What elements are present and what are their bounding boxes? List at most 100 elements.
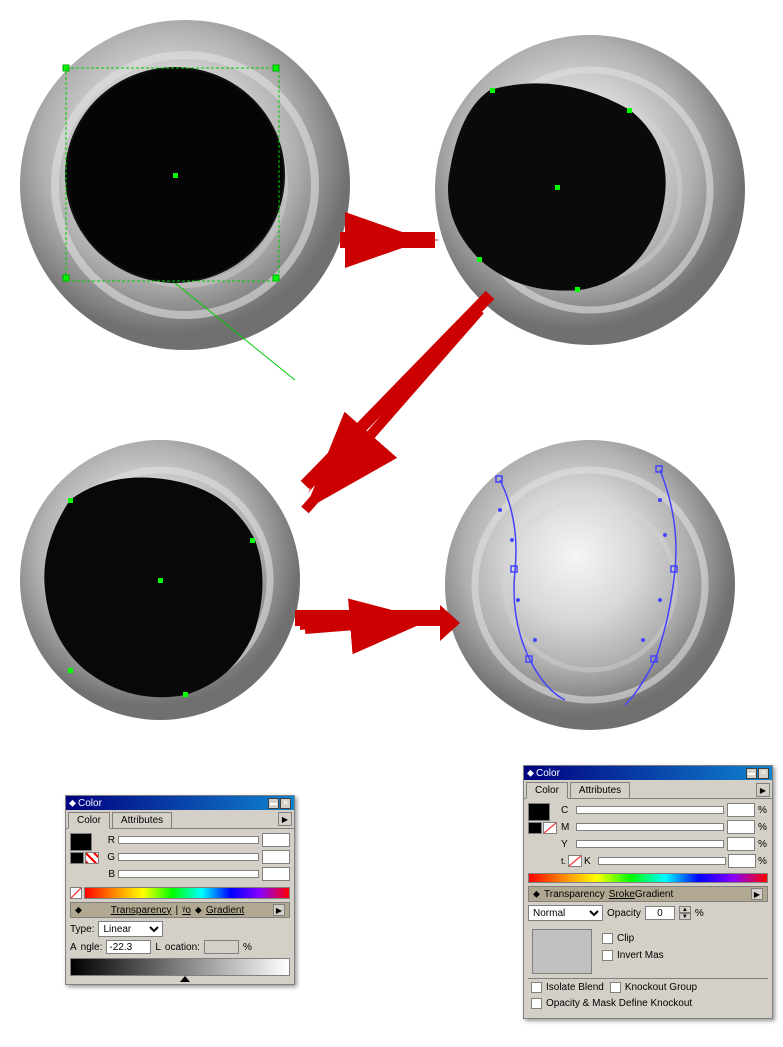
right-panel-title-left: ⬥ Color: [527, 768, 560, 779]
left-panel-buttons: ▬ ✕: [268, 798, 291, 809]
m-slider[interactable]: [576, 823, 724, 831]
opacity-down[interactable]: ▼: [679, 913, 691, 920]
clip-label: Clip: [617, 933, 634, 944]
stroke-swatch[interactable]: [85, 852, 99, 864]
t-slash: [569, 856, 581, 866]
opacity-input[interactable]: [645, 906, 675, 920]
percent-label: %: [243, 942, 252, 953]
transparency-label[interactable]: Transparency: [544, 889, 605, 900]
right-spectrum-bar[interactable]: [528, 873, 768, 883]
tab-color-right[interactable]: Color: [526, 782, 568, 799]
opacity-up[interactable]: ▲: [679, 906, 691, 913]
t-k-row: t. K %: [561, 854, 768, 868]
m-value[interactable]: [727, 820, 755, 834]
r-label: R: [103, 835, 115, 846]
transparency-tab[interactable]: Transparency: [111, 905, 172, 916]
color-swatch-stack: [70, 833, 99, 884]
opacity-mask-label: Opacity & Mask Define Knockout: [546, 998, 692, 1009]
left-panel-body: R G B: [66, 829, 294, 984]
tr-scroll[interactable]: ▶: [751, 888, 763, 900]
gradient-bar-container: [70, 958, 290, 976]
r-slider[interactable]: [118, 836, 259, 844]
knockout-checkbox[interactable]: [610, 982, 621, 993]
c-percent: %: [758, 805, 768, 816]
gradient-tab2[interactable]: Gradient: [206, 905, 244, 916]
right-panel-minimize[interactable]: ▬: [746, 768, 757, 779]
tab-attributes-right[interactable]: Attributes: [570, 782, 630, 798]
tab-divider: |: [176, 905, 179, 916]
color-swatch-section: R G B: [70, 833, 290, 884]
left-panel-tabs: Color Attributes ▶: [66, 810, 294, 829]
gradient-bar[interactable]: [70, 958, 290, 976]
foreground-swatch[interactable]: [70, 833, 92, 851]
invert-row: Invert Mas: [602, 950, 664, 961]
isolate-row: Isolate Blend: [531, 982, 604, 993]
y-slider[interactable]: [576, 840, 724, 848]
left-panel-minimize[interactable]: ▬: [268, 798, 279, 809]
left-panel-title-left: ⬥ Color: [69, 798, 102, 809]
right-panel-scroll[interactable]: ▶: [756, 783, 770, 797]
panel-left: ⬥ Color ▬ ✕ Color Attributes ▶: [65, 795, 295, 985]
gradient-arrow: [180, 976, 190, 982]
cmyk-stroke-swatch[interactable]: [543, 822, 557, 834]
mask-preview[interactable]: [532, 929, 592, 974]
r-value[interactable]: [262, 833, 290, 847]
g-value[interactable]: [262, 850, 290, 864]
stroke-tab[interactable]: Sroke: [609, 889, 635, 900]
cmyk-fg-swatch[interactable]: [528, 803, 550, 821]
left-panel-scroll-right[interactable]: ▶: [278, 812, 292, 826]
tr-arrow: ⬥: [533, 889, 540, 900]
y-value[interactable]: [727, 837, 755, 851]
angle-input[interactable]: [106, 940, 151, 954]
c-value[interactable]: [727, 803, 755, 817]
tab-attributes-left[interactable]: Attributes: [112, 812, 172, 828]
gradient-tab[interactable]: ᵞo: [182, 905, 191, 916]
isolate-checkbox[interactable]: [531, 982, 542, 993]
isolate-label: Isolate Blend: [546, 982, 604, 993]
slash-overlay: [86, 853, 98, 863]
cmyk-bg-stack: [528, 822, 557, 834]
section-scroll[interactable]: ▶: [273, 904, 285, 916]
gradient-tab-right[interactable]: Gradient: [635, 889, 673, 900]
opacity-percent: %: [695, 908, 704, 919]
section-tabs: Transparency | ᵞo ⬥ Gradient: [111, 905, 245, 916]
opacity-mask-checkbox[interactable]: [531, 998, 542, 1009]
left-panel-arrow: ⬥: [69, 798, 76, 809]
cmyk-bg-swatch[interactable]: [528, 822, 542, 834]
c-label: C: [561, 805, 573, 816]
angle-row: A ngle: L ocation: %: [70, 940, 290, 954]
left-panel-close[interactable]: ✕: [280, 798, 291, 809]
b-value[interactable]: [262, 867, 290, 881]
bg-swatch[interactable]: [70, 852, 84, 864]
spectrum-bar[interactable]: [84, 887, 290, 899]
clip-row: Clip: [602, 933, 664, 944]
bottom-row1: Isolate Blend Knockout Group: [531, 982, 765, 995]
right-panel-close[interactable]: ✕: [758, 768, 769, 779]
c-slider[interactable]: [576, 806, 724, 814]
section-arrow: ⬥: [75, 905, 82, 916]
tab-color-left[interactable]: Color: [68, 812, 110, 829]
m-row: M %: [561, 820, 768, 834]
clip-checkbox[interactable]: [602, 933, 613, 944]
right-panel-body: C % M % Y % t.: [524, 799, 772, 1018]
location-input[interactable]: [204, 940, 239, 954]
k-slider[interactable]: [598, 857, 726, 865]
k-percent: %: [758, 856, 768, 867]
invert-checkbox[interactable]: [602, 950, 613, 961]
right-panel-arrow: ⬥: [527, 768, 534, 779]
cmyk-swatch-stack: [528, 803, 557, 870]
k-value[interactable]: [728, 854, 756, 868]
cmyk-sliders: C % M % Y % t.: [561, 803, 768, 870]
g-slider[interactable]: [118, 853, 259, 861]
g-label: G: [103, 852, 115, 863]
b-slider[interactable]: [118, 870, 259, 878]
none-swatch[interactable]: [70, 887, 82, 899]
type-select[interactable]: Linear: [98, 921, 163, 937]
blend-mode-select[interactable]: Normal: [528, 905, 603, 921]
knockout-row: Knockout Group: [610, 982, 697, 993]
angle-label2: ngle:: [81, 942, 103, 953]
y-row: Y %: [561, 837, 768, 851]
opacity-mask-row: Opacity & Mask Define Knockout: [531, 998, 765, 1009]
transparency-section-header: ⬥ Transparency | ᵞo ⬥ Gradient ▶: [70, 902, 290, 918]
t-swatch[interactable]: [568, 855, 582, 867]
